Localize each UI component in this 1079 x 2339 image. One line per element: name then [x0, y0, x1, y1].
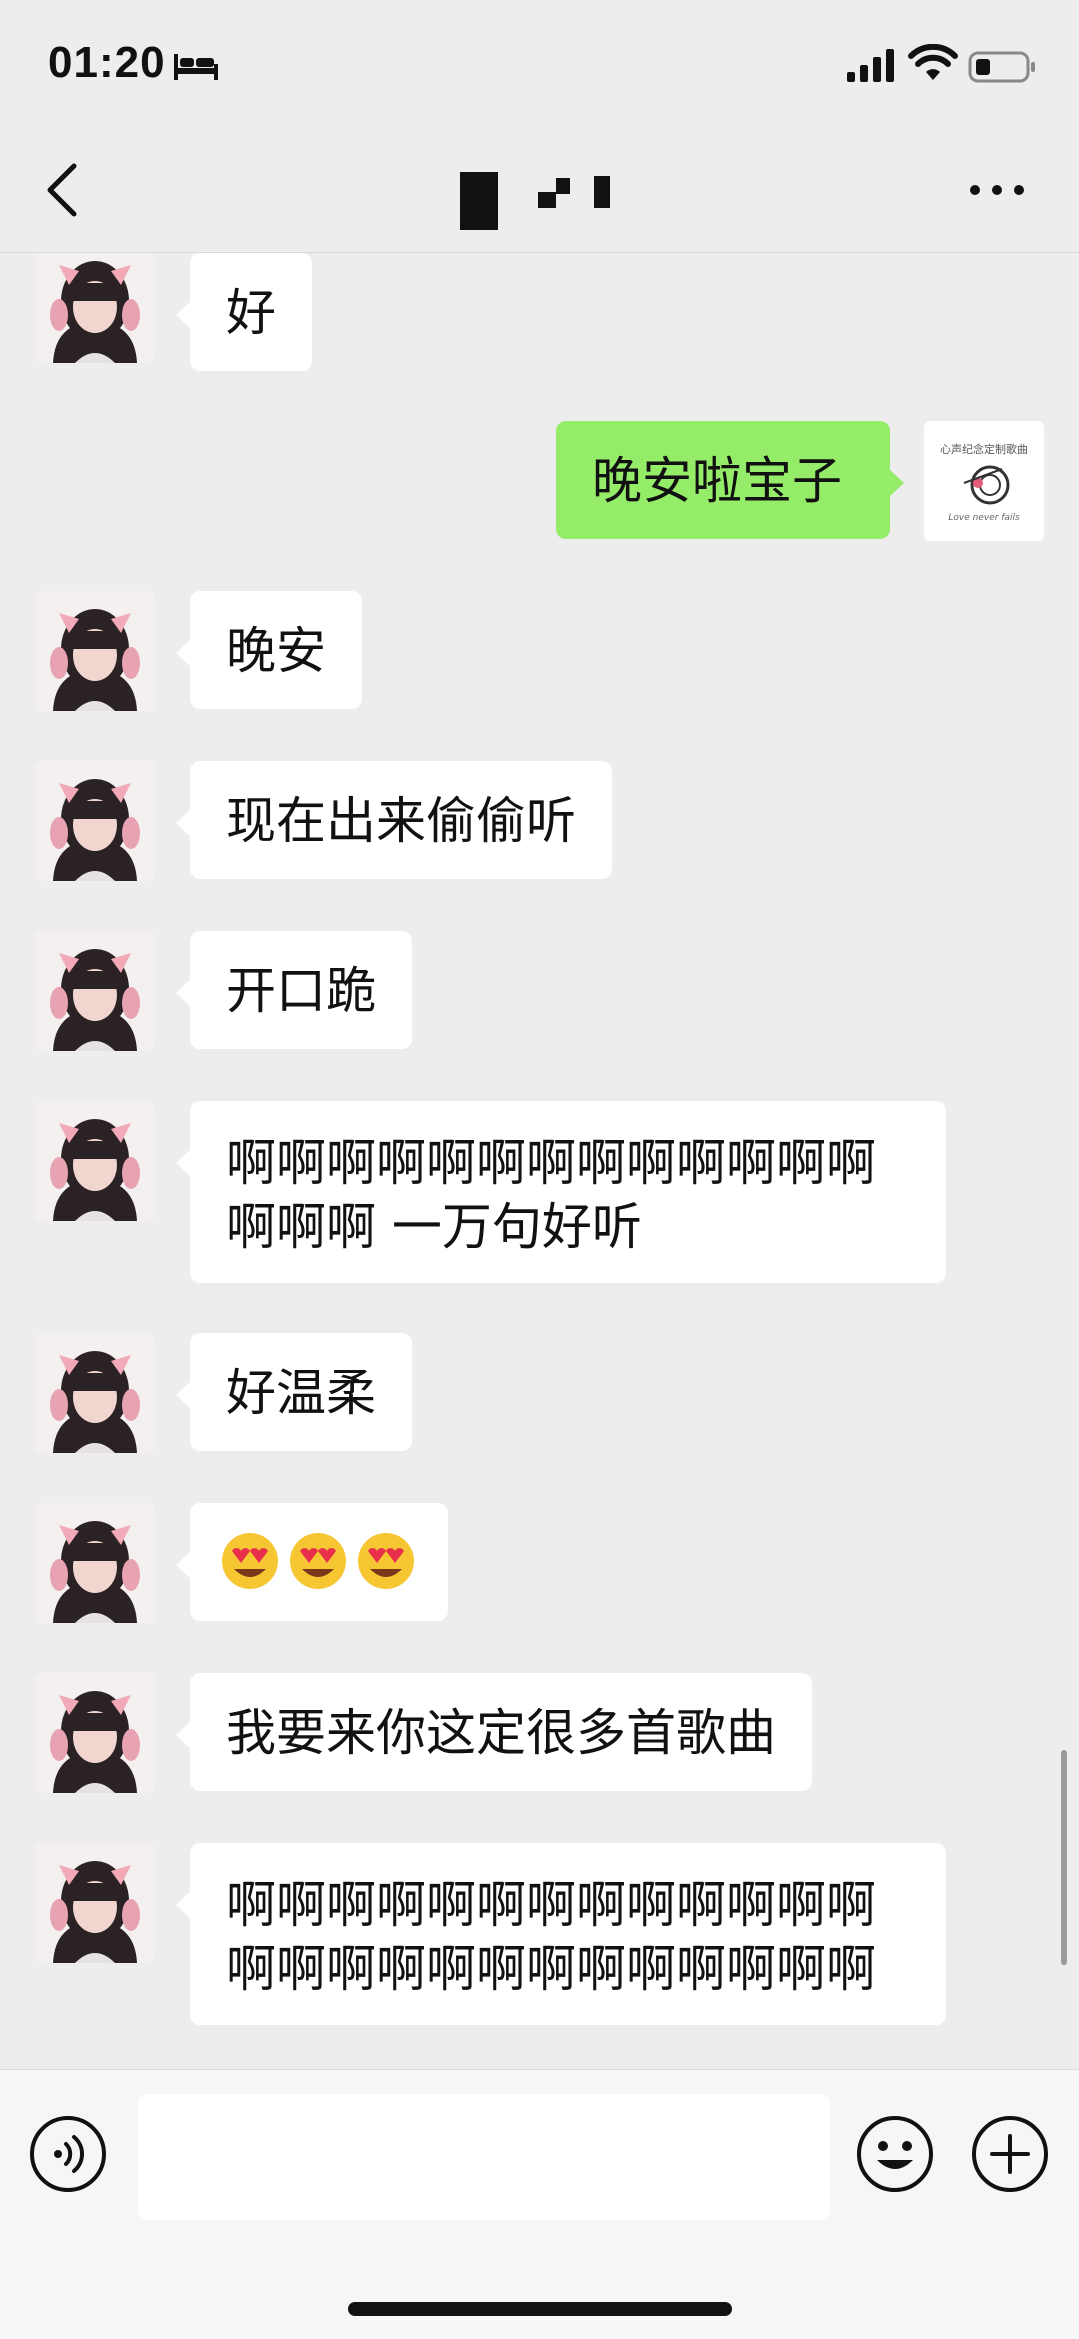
message-bubble[interactable]: 啊啊啊啊啊啊啊啊啊啊啊啊啊 啊啊啊 一万句好听 — [176, 1101, 946, 1283]
status-bar: 01:20 — [0, 0, 1079, 130]
message-bubble[interactable]: 现在出来偷偷听 — [176, 761, 612, 879]
message-bubble[interactable]: 好温柔 — [176, 1333, 412, 1451]
message-bubble[interactable]: 晚安啦宝子 — [556, 421, 904, 539]
contact-avatar[interactable] — [35, 1673, 155, 1793]
heart-eyes-emoji-icon — [222, 1533, 414, 1589]
contact-avatar[interactable] — [35, 931, 155, 1051]
message-bubble[interactable]: 我要来你这定很多首歌曲 — [176, 1673, 812, 1791]
message-list[interactable]: 好 晚安啦宝子 心声纪念定制歌曲 Love never fails 晚安 现在出… — [0, 253, 1079, 2068]
chat-title-redacted — [460, 172, 610, 230]
contact-avatar[interactable] — [35, 1843, 155, 1963]
message-input[interactable] — [138, 2094, 830, 2220]
plus-icon[interactable] — [970, 2114, 1050, 2194]
status-time: 01:20 — [48, 38, 166, 87]
scrollbar[interactable] — [1061, 1750, 1067, 1965]
message-bubble[interactable]: 😍😍😍 — [176, 1503, 448, 1621]
my-avatar[interactable]: 心声纪念定制歌曲 Love never fails — [924, 421, 1044, 541]
avatar-subcaption: Love never fails — [948, 513, 1020, 523]
contact-avatar[interactable] — [35, 253, 155, 363]
message-bubble[interactable]: 啊啊啊啊啊啊啊啊啊啊啊啊啊 啊啊啊啊啊啊啊啊啊啊啊啊啊 — [176, 1843, 946, 2025]
contact-avatar[interactable] — [35, 1503, 155, 1623]
contact-avatar[interactable] — [35, 1333, 155, 1453]
home-indicator — [348, 2302, 732, 2316]
signal-icon — [847, 49, 894, 82]
nav-bar — [0, 130, 1079, 253]
wifi-icon — [908, 44, 958, 80]
contact-avatar[interactable] — [35, 591, 155, 711]
back-button[interactable] — [36, 158, 96, 222]
emoji-icon[interactable] — [855, 2114, 935, 2194]
input-bar — [0, 2069, 1079, 2339]
more-dots-icon[interactable] — [965, 170, 1029, 210]
contact-avatar[interactable] — [35, 761, 155, 881]
message-bubble[interactable]: 开口跪 — [176, 931, 412, 1049]
battery-icon — [968, 51, 1035, 83]
avatar-caption: 心声纪念定制歌曲 — [940, 443, 1028, 456]
bed-icon — [174, 54, 218, 80]
message-bubble[interactable]: 好 — [176, 253, 312, 371]
voice-icon[interactable] — [28, 2114, 108, 2194]
record-logo-icon — [963, 465, 1010, 505]
message-bubble[interactable]: 晚安 — [176, 591, 362, 709]
contact-avatar[interactable] — [35, 1101, 155, 1221]
